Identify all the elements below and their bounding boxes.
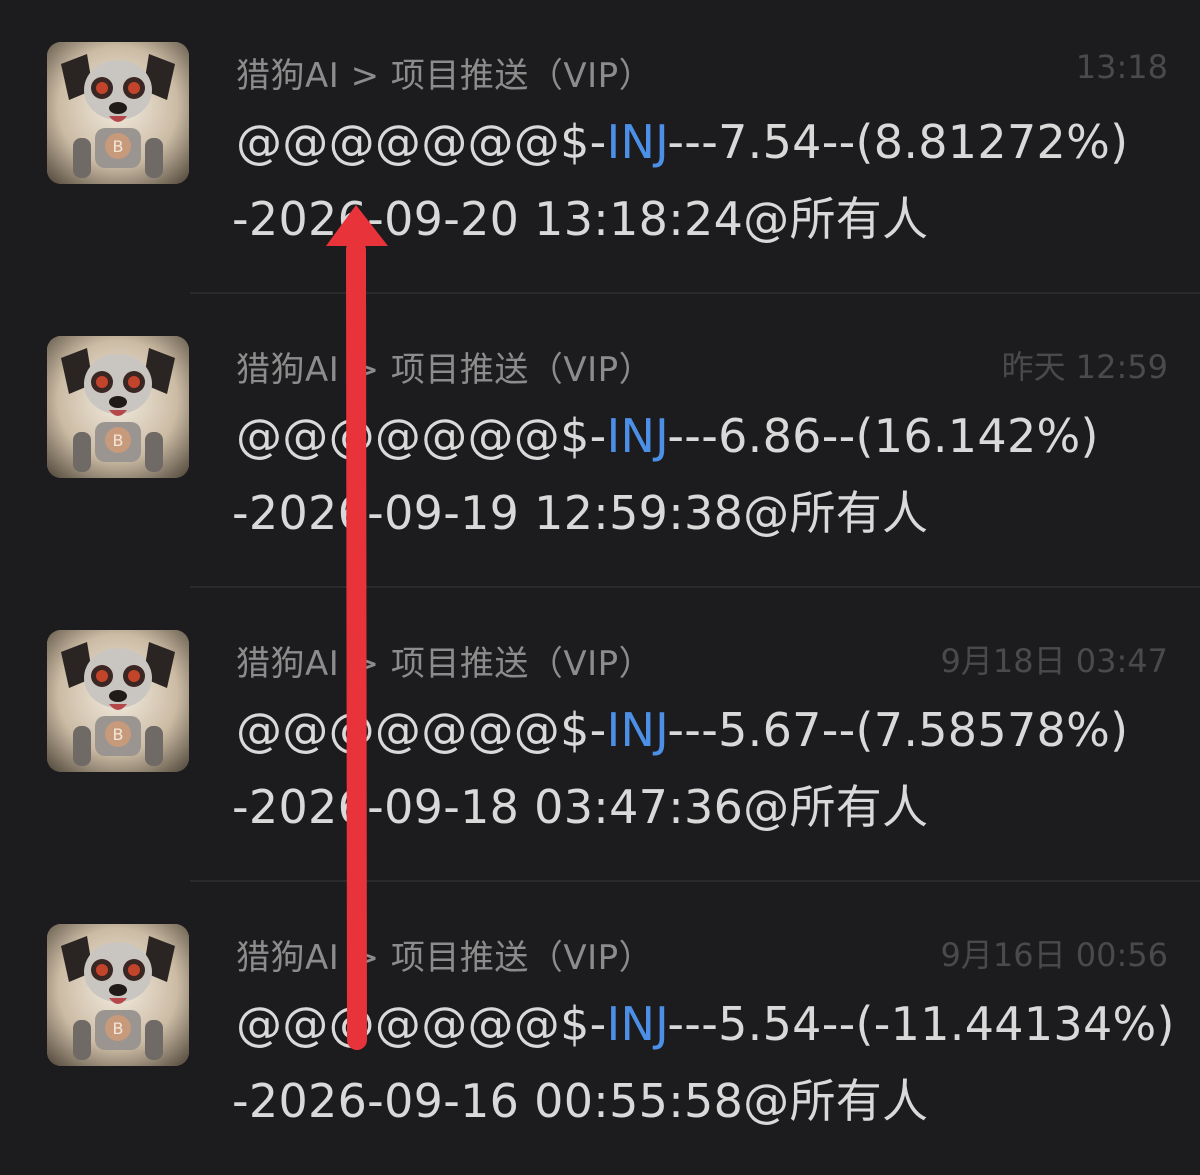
message-time: 9月18日 03:47 xyxy=(940,642,1168,680)
message-item[interactable]: B 猎狗AI > 项目推送（VIP） 9月16日 00:56 @@@@@@@$-… xyxy=(0,882,1200,1175)
message-text-line2: -2026-09-20 13:18:24@所有人 xyxy=(232,192,929,246)
message-text-line2: -2026-09-19 12:59:38@所有人 xyxy=(232,486,929,540)
price-change: ---7.54--(8.81272%) xyxy=(667,115,1129,169)
mention-prefix: @@@@@@@$- xyxy=(236,997,607,1051)
robot-dog-avatar-icon[interactable]: B xyxy=(47,336,189,478)
message-text-line1: @@@@@@@$-INJ---5.67--(7.58578%) xyxy=(236,703,1128,757)
price-change: ---5.54--(-11.44134%) xyxy=(667,997,1175,1051)
ticker-link[interactable]: INJ xyxy=(607,409,668,463)
svg-text:B: B xyxy=(113,431,124,450)
price-change: ---6.86--(16.142%) xyxy=(667,409,1099,463)
chat-title: 猎狗AI > 项目推送（VIP） xyxy=(236,938,654,978)
message-list: B 猎狗AI > 项目推送（VIP） 13:18 @@@@@@@$-INJ---… xyxy=(0,0,1200,1175)
svg-text:B: B xyxy=(113,725,124,744)
ticker-link[interactable]: INJ xyxy=(607,703,668,757)
message-text-line1: @@@@@@@$-INJ---5.54--(-11.44134%) xyxy=(236,997,1175,1051)
ticker-link[interactable]: INJ xyxy=(607,115,668,169)
message-time: 13:18 xyxy=(1075,48,1168,86)
message-item[interactable]: B 猎狗AI > 项目推送（VIP） 13:18 @@@@@@@$-INJ---… xyxy=(0,0,1200,294)
robot-dog-avatar-icon[interactable]: B xyxy=(47,42,189,184)
robot-dog-avatar-icon[interactable]: B xyxy=(47,924,189,1066)
message-time: 昨天 12:59 xyxy=(1001,348,1168,386)
robot-dog-avatar-icon[interactable]: B xyxy=(47,630,189,772)
mention-prefix: @@@@@@@$- xyxy=(236,115,607,169)
svg-text:B: B xyxy=(113,137,124,156)
mention-prefix: @@@@@@@$- xyxy=(236,409,607,463)
price-change: ---5.67--(7.58578%) xyxy=(667,703,1129,757)
chat-title: 猎狗AI > 项目推送（VIP） xyxy=(236,644,654,684)
chat-title: 猎狗AI > 项目推送（VIP） xyxy=(236,350,654,390)
mention-prefix: @@@@@@@$- xyxy=(236,703,607,757)
chat-title: 猎狗AI > 项目推送（VIP） xyxy=(236,56,654,96)
message-time: 9月16日 00:56 xyxy=(940,936,1168,974)
message-text-line1: @@@@@@@$-INJ---7.54--(8.81272%) xyxy=(236,115,1128,169)
message-text-line1: @@@@@@@$-INJ---6.86--(16.142%) xyxy=(236,409,1099,463)
message-item[interactable]: B 猎狗AI > 项目推送（VIP） 9月18日 03:47 @@@@@@@$-… xyxy=(0,588,1200,882)
message-item[interactable]: B 猎狗AI > 项目推送（VIP） 昨天 12:59 @@@@@@@$-INJ… xyxy=(0,294,1200,588)
ticker-link[interactable]: INJ xyxy=(607,997,668,1051)
svg-text:B: B xyxy=(113,1019,124,1038)
message-text-line2: -2026-09-18 03:47:36@所有人 xyxy=(232,780,929,834)
message-text-line2: -2026-09-16 00:55:58@所有人 xyxy=(232,1074,929,1128)
